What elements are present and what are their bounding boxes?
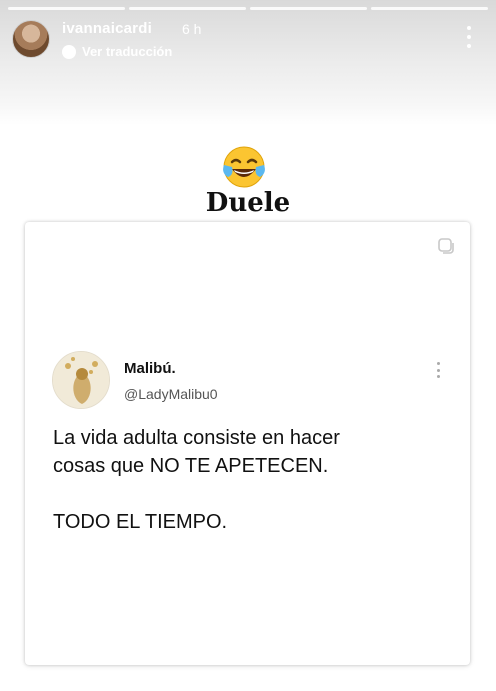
story-header: ivannaicardi 6 h Ver traducción [10,16,486,66]
progress-segment [129,7,246,10]
story-view[interactable]: ivannaicardi 6 h Ver traducción Duele Ma… [0,0,496,691]
sticker-text: Duele [205,188,291,218]
story-progress-bar [8,7,488,10]
tweet-line: La vida adulta consiste en hacer [53,427,340,449]
more-vertical-icon[interactable] [466,26,472,48]
globe-icon [62,44,76,59]
tweet-author-name: Malibú. [124,360,176,377]
copy-icon[interactable] [436,236,456,256]
tweet-more-icon[interactable] [437,362,441,378]
tweet-line: cosas que NO TE APETECEN. [53,455,329,477]
tweet-line-blank [53,480,453,508]
username[interactable]: ivannaicardi [62,20,152,37]
progress-segment [250,7,367,10]
translate-label: Ver traducción [82,44,173,59]
tweet-author-handle: @LadyMalibu0 [124,386,218,402]
user-avatar[interactable] [12,20,50,58]
translate-button[interactable]: Ver traducción [62,44,172,59]
tweet-card: Malibú. @LadyMalibu0 La vida adulta cons… [25,222,470,665]
tweet-text: La vida adulta consiste en hacer cosas q… [53,424,453,536]
story-time: 6 h [182,21,202,37]
tweet-avatar[interactable] [52,351,110,409]
progress-segment [8,7,125,10]
face-with-tears-of-joy-icon [223,146,265,188]
progress-segment [371,7,488,10]
tweet-line: TODO EL TIEMPO. [53,511,228,533]
